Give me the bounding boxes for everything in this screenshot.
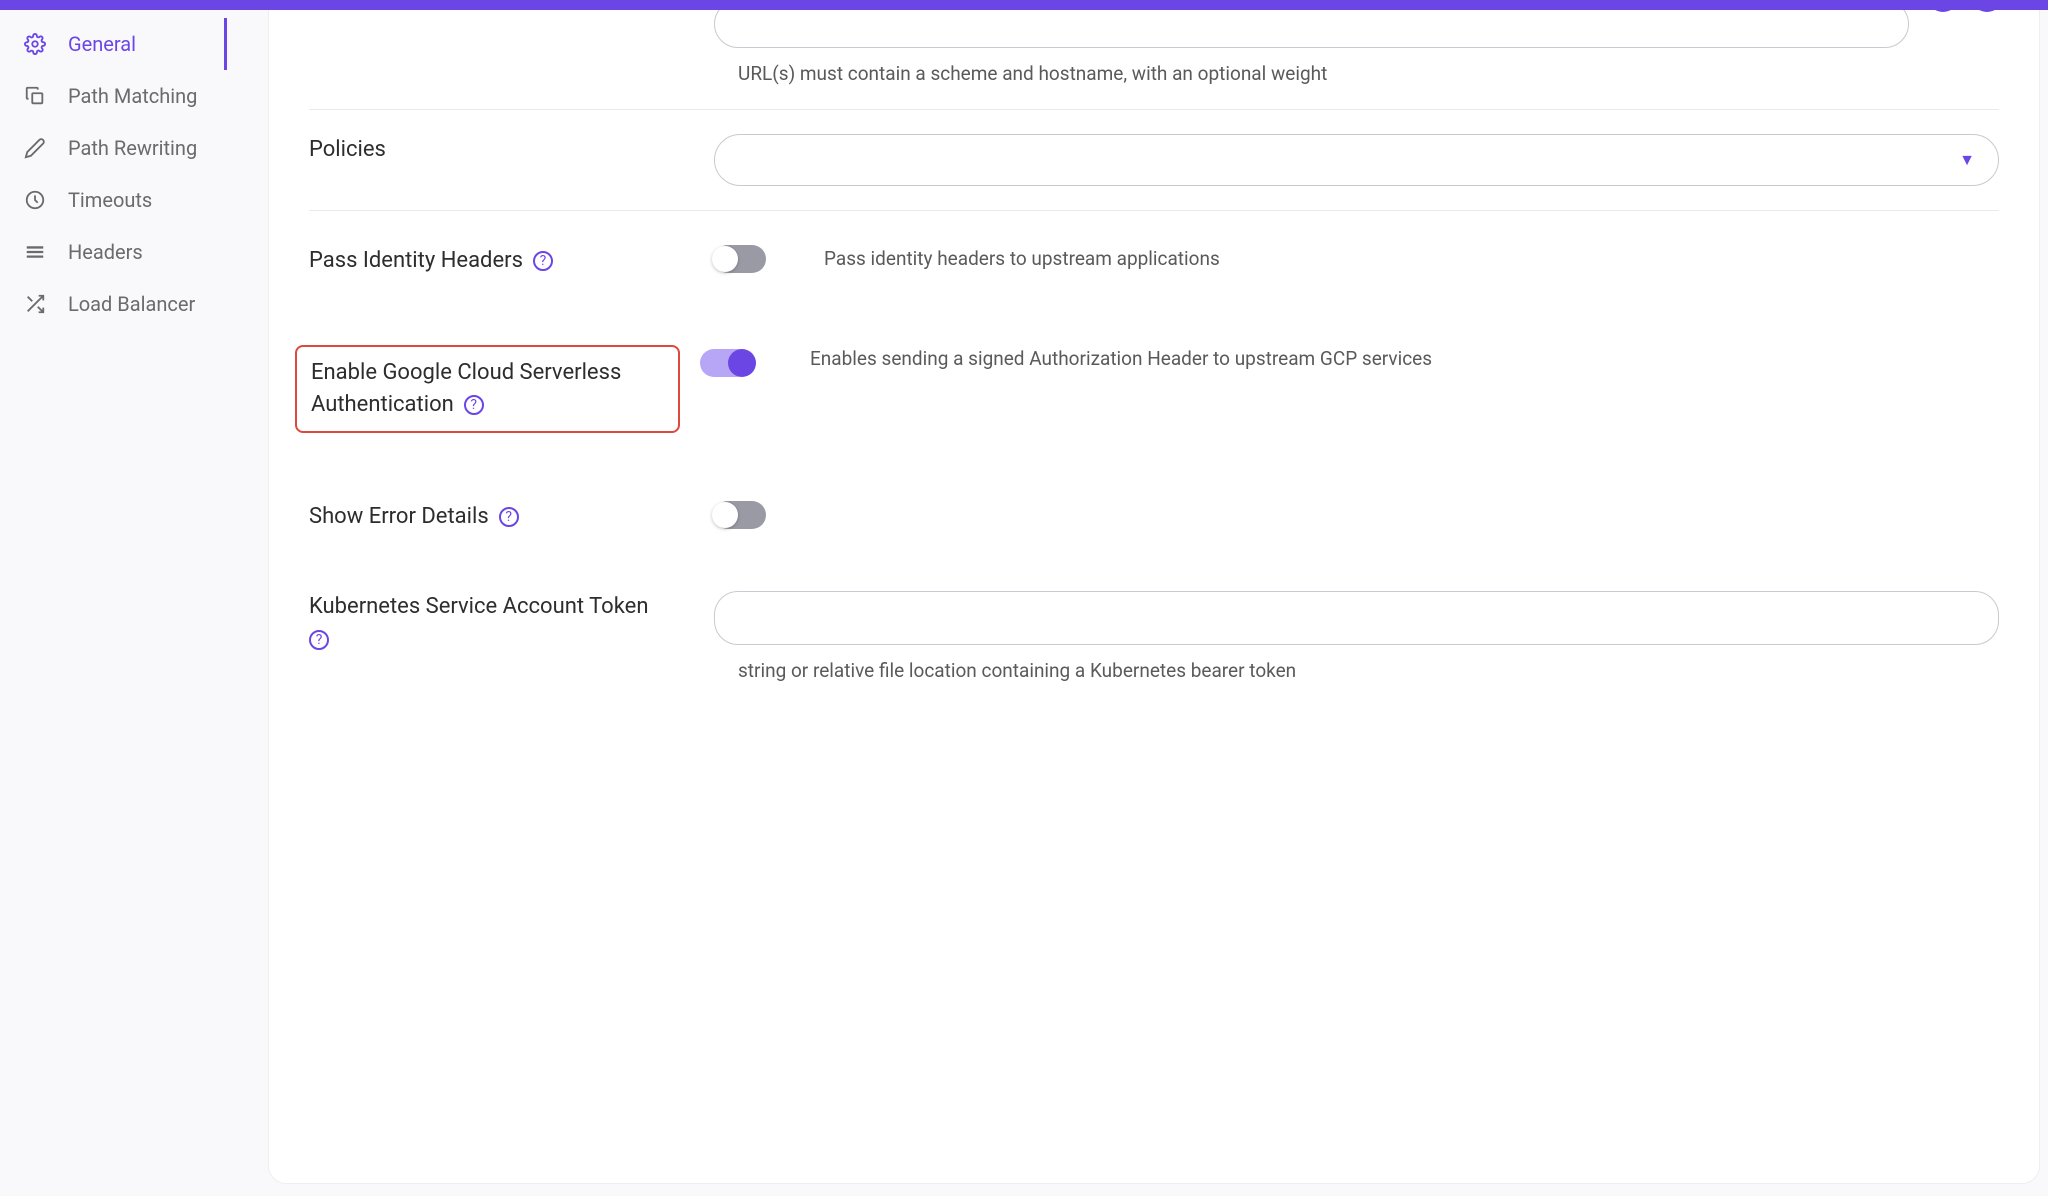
gcp-auth-toggle[interactable] <box>700 349 752 377</box>
help-icon[interactable]: ? <box>309 630 329 650</box>
k8s-token-input[interactable] <box>714 591 1999 645</box>
gcp-auth-desc: Enables sending a signed Authorization H… <box>810 345 1999 374</box>
help-icon[interactable]: ? <box>533 251 553 271</box>
help-icon[interactable]: ? <box>464 395 484 415</box>
gcp-auth-highlight: Enable Google Cloud Serverless Authentic… <box>295 345 680 433</box>
k8s-token-help: string or relative file location contain… <box>738 659 1999 682</box>
top-accent-bar <box>0 0 2048 10</box>
remove-url-button[interactable]: − <box>1927 10 1959 12</box>
pass-identity-label: Pass Identity Headers <box>309 248 523 273</box>
copy-icon <box>24 85 46 107</box>
clock-icon <box>24 189 46 211</box>
urls-help-text: URL(s) must contain a scheme and hostnam… <box>738 62 1909 85</box>
sidebar-item-label: General <box>68 32 136 56</box>
pencil-icon <box>24 137 46 159</box>
sidebar-item-label: Timeouts <box>68 188 152 212</box>
error-details-label: Show Error Details <box>309 504 489 529</box>
pass-identity-desc: Pass identity headers to upstream applic… <box>824 245 1220 274</box>
sidebar-item-label: Load Balancer <box>68 292 195 316</box>
sidebar-item-load-balancer[interactable]: Load Balancer <box>0 278 259 330</box>
sidebar-item-headers[interactable]: Headers <box>0 226 259 278</box>
sidebar-item-label: Headers <box>68 240 143 264</box>
list-icon <box>24 241 46 263</box>
sidebar-item-path-rewriting[interactable]: Path Rewriting <box>0 122 259 174</box>
help-icon[interactable]: ? <box>499 507 519 527</box>
sidebar-item-label: Path Matching <box>68 84 197 108</box>
add-url-button[interactable]: + <box>1971 10 2003 12</box>
main-content: − + URL(s) must contain a scheme and hos… <box>268 10 2040 1184</box>
pass-identity-toggle[interactable] <box>714 245 766 273</box>
shuffle-icon <box>24 293 46 315</box>
policies-select[interactable] <box>714 134 1999 186</box>
k8s-token-label: Kubernetes Service Account Token <box>309 594 648 619</box>
error-details-toggle[interactable] <box>714 501 766 529</box>
gear-icon <box>24 33 46 55</box>
urls-input[interactable] <box>714 10 1909 48</box>
sidebar: General Path Matching Path Rewriting Tim… <box>0 10 260 1196</box>
sidebar-item-label: Path Rewriting <box>68 136 197 160</box>
sidebar-item-general[interactable]: General <box>0 18 259 70</box>
sidebar-item-timeouts[interactable]: Timeouts <box>0 174 259 226</box>
policies-label: Policies <box>309 137 386 162</box>
sidebar-item-path-matching[interactable]: Path Matching <box>0 70 259 122</box>
